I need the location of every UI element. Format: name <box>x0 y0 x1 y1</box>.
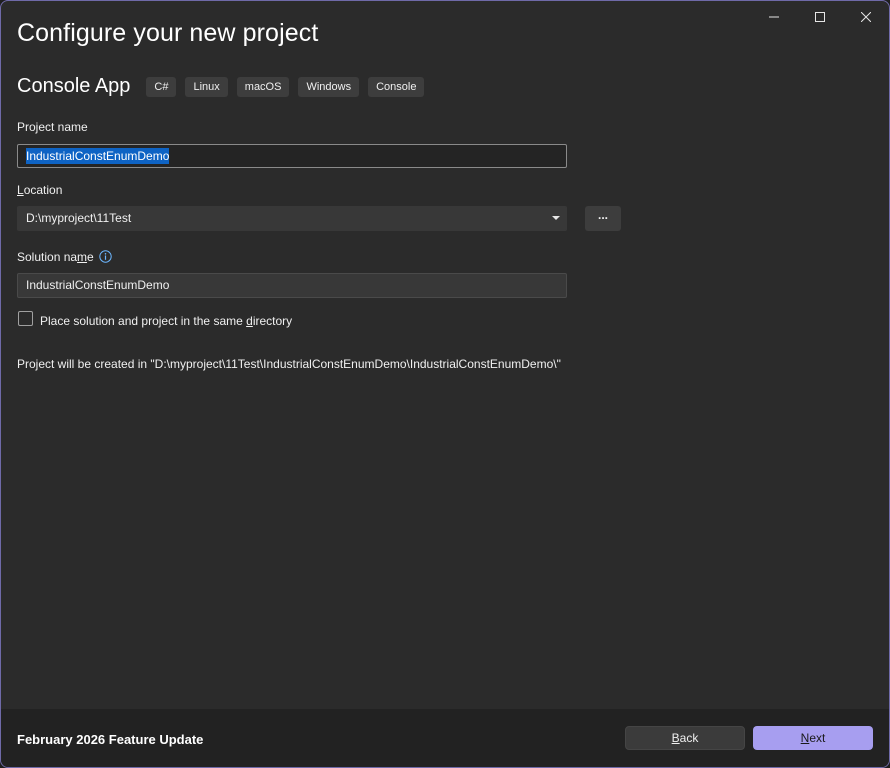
solution-name-label: Solution name <box>17 250 112 264</box>
tag-project-type: Console <box>368 76 425 97</box>
maximize-button[interactable] <box>797 1 843 33</box>
project-path-info: Project will be created in "D:\myproject… <box>17 357 561 371</box>
same-directory-label[interactable]: Place solution and project in the same d… <box>40 314 292 328</box>
location-combobox[interactable]: D:\myproject\11Test <box>17 206 567 231</box>
chevron-down-icon <box>552 216 560 220</box>
browse-button[interactable]: ... <box>585 206 621 231</box>
template-name: Console App <box>17 75 131 97</box>
project-name-label: Project name <box>17 120 88 134</box>
configure-project-window: Configure your new project Console App C… <box>0 0 890 768</box>
tag-platform-windows: Windows <box>298 76 360 97</box>
window-controls <box>751 1 889 33</box>
project-name-value: IndustrialConstEnumDemo <box>26 148 170 164</box>
same-directory-checkbox[interactable] <box>18 311 33 326</box>
tag-language: C# <box>146 76 177 97</box>
back-button[interactable]: Back <box>625 726 745 750</box>
solution-name-input[interactable]: IndustrialConstEnumDemo <box>17 273 567 298</box>
solution-name-value: IndustrialConstEnumDemo <box>26 278 170 292</box>
close-button[interactable] <box>843 1 889 33</box>
maximize-icon <box>815 12 825 22</box>
project-name-input[interactable]: IndustrialConstEnumDemo <box>17 144 567 168</box>
info-icon[interactable] <box>99 250 112 264</box>
close-icon <box>861 12 871 22</box>
location-value: D:\myproject\11Test <box>26 211 132 225</box>
next-button[interactable]: Next <box>753 726 873 750</box>
tag-platform-linux: Linux <box>185 76 228 97</box>
page-title: Configure your new project <box>17 19 319 47</box>
tag-platform-macos: macOS <box>236 76 290 97</box>
footer-bar: February 2026 Feature Update Back Next <box>1 709 889 767</box>
minimize-icon <box>769 16 779 18</box>
minimize-button[interactable] <box>751 1 797 33</box>
version-label: February 2026 Feature Update <box>17 732 204 747</box>
template-header: Console App C# Linux macOS Windows Conso… <box>17 75 433 98</box>
location-label: Location <box>17 183 63 197</box>
